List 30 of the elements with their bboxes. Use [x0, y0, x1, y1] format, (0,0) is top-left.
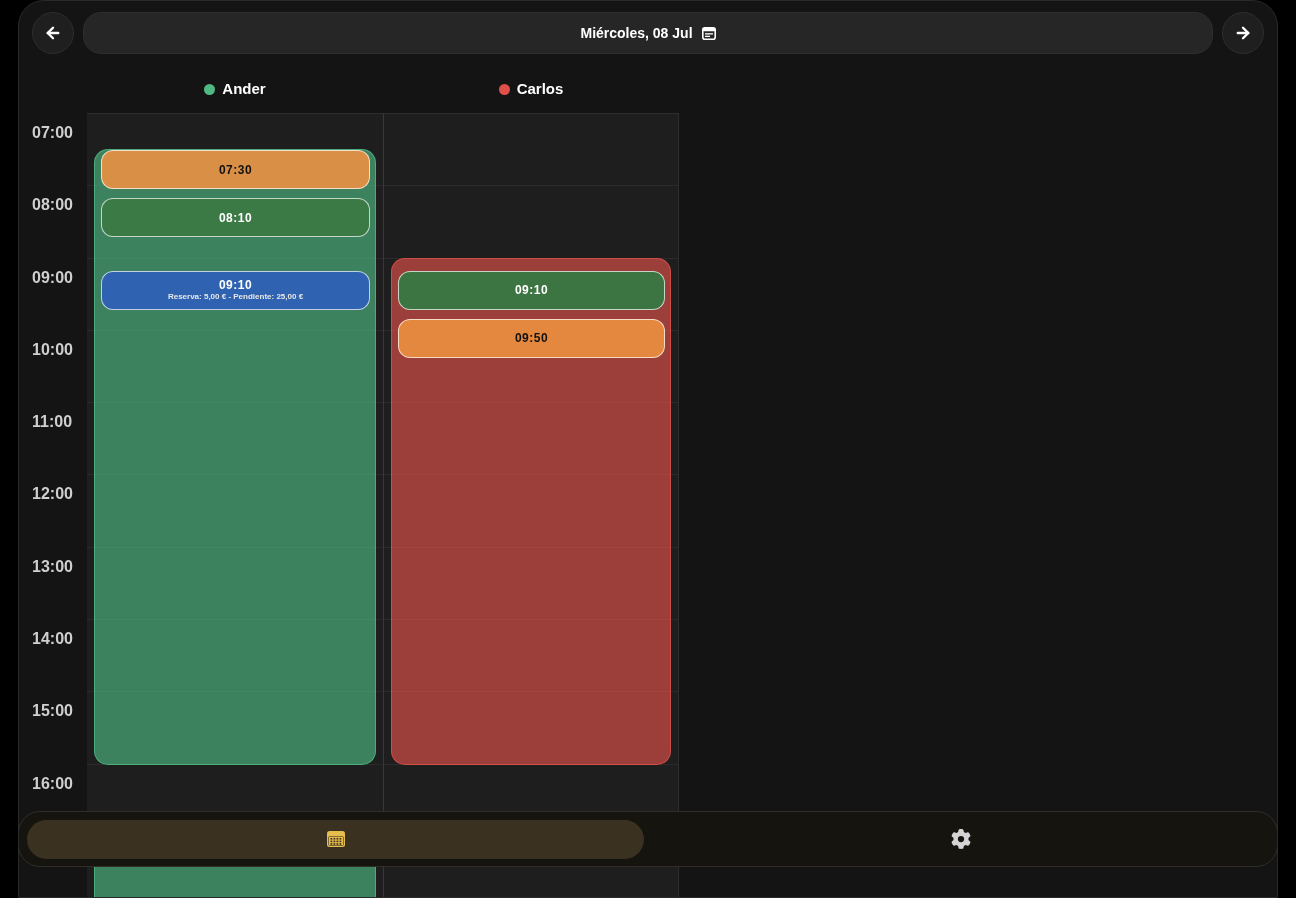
appointment-time: 09:10: [514, 283, 549, 298]
staff-name: Ander: [222, 80, 266, 98]
appointment-card[interactable]: 09:10: [398, 270, 665, 310]
time-label: 11:00: [32, 413, 73, 431]
settings-icon: [950, 829, 971, 849]
previous-day-button[interactable]: [32, 12, 74, 54]
calendar-icon: [701, 26, 716, 40]
appointment-note: Reserva: 5,00 € - Pendiente: 25,00 €: [167, 292, 304, 303]
appointment-time: 07:30: [218, 162, 253, 177]
time-label: 15:00: [32, 702, 73, 720]
time-label: 10:00: [32, 340, 73, 358]
next-day-button[interactable]: [1222, 12, 1264, 54]
time-label: 09:00: [32, 268, 73, 286]
appointment-time: 09:10: [218, 278, 253, 293]
appointment-time: 08:10: [218, 210, 253, 225]
staff-name: Carlos: [516, 80, 564, 98]
date-button[interactable]: Miércoles, 08 Jul: [83, 12, 1213, 54]
time-label: 14:00: [32, 630, 73, 648]
time-label: 08:00: [32, 196, 73, 214]
appointment-card[interactable]: 09:10 Reserva: 5,00 € - Pendiente: 25,00 €: [101, 270, 370, 310]
calendar-icon: [326, 831, 345, 847]
appointment-card[interactable]: 09:50: [398, 318, 665, 358]
time-label: 12:00: [32, 485, 73, 503]
arrow-right-icon: [1234, 24, 1252, 42]
time-label: 07:00: [32, 124, 73, 141]
appointment-time: 09:50: [514, 331, 549, 346]
appointment-card[interactable]: 08:10: [101, 198, 370, 238]
time-label: 16:00: [32, 774, 73, 792]
appointment-card[interactable]: 07:30: [101, 150, 370, 190]
time-label: 13:00: [32, 557, 73, 575]
